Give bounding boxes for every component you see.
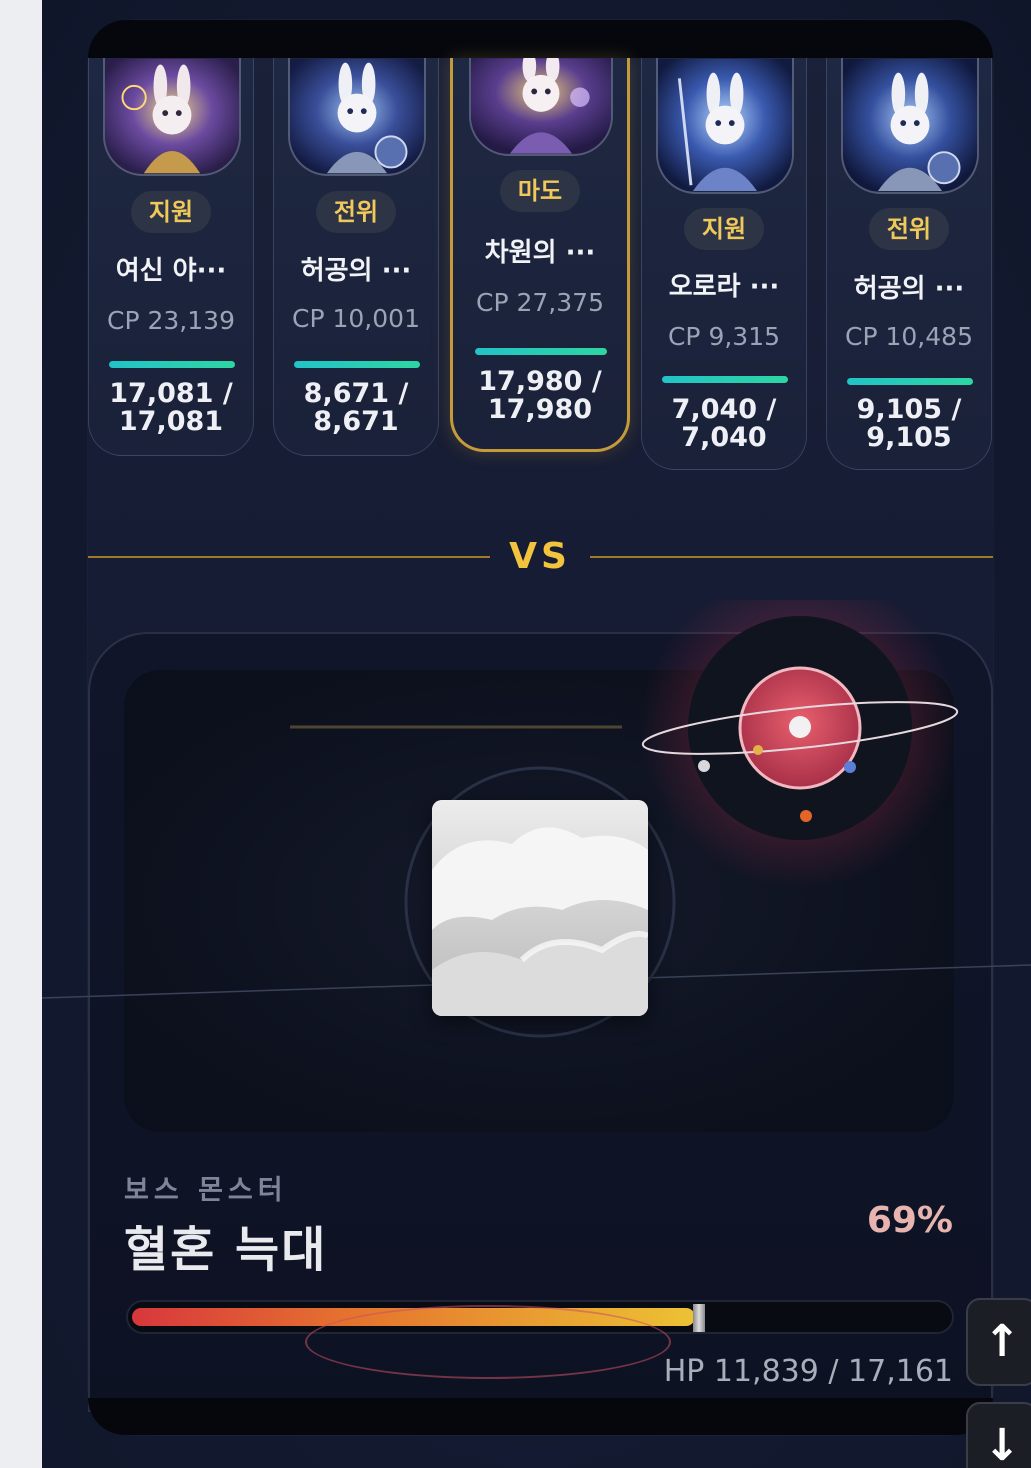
hero-hp-current: 17,980 / — [478, 366, 602, 397]
boss-hp-text: HP 11,839 / 17,161 — [663, 1354, 953, 1389]
vs-label: VS — [509, 536, 571, 577]
hero-hp-bar — [109, 361, 235, 368]
hero-hp-max: 7,040 — [681, 422, 767, 453]
hero-name: 여신 야··· — [115, 256, 227, 286]
hero-cp: CP 27,375 — [476, 288, 604, 317]
rabbit-hero-image — [105, 58, 239, 174]
hero-cp: CP 10,001 — [292, 304, 420, 333]
hero-hp-current: 17,081 / — [109, 378, 233, 409]
hero-cp: CP 9,315 — [667, 322, 781, 351]
boss-label: 보스 몬스터 — [124, 1175, 288, 1206]
hero-card-3[interactable]: 마도 차원의 ··· CP 27,375 17,980 / 17,980 — [450, 58, 630, 452]
arrow-down-icon: ↓ — [983, 1420, 1021, 1468]
hero-portrait — [288, 58, 426, 176]
boss-name: 혈혼 늑대 — [124, 1222, 328, 1278]
hero-hp-current: 9,105 / — [856, 394, 962, 425]
hero-role-badge: 전위 — [869, 208, 949, 250]
rabbit-hero-image — [471, 58, 611, 154]
hero-card-4[interactable]: 지원 오로라 ··· CP 9,315 7,040 / 7,040 — [641, 58, 807, 470]
boss-hp-percent: 69% — [866, 1200, 953, 1241]
boss-hp-bar-marker — [693, 1304, 705, 1332]
rabbit-hero-image — [658, 58, 792, 192]
hero-cp: CP 10,485 — [845, 322, 973, 351]
hero-hp-bar — [294, 361, 420, 368]
hero-hp-max: 8,671 — [313, 406, 399, 437]
hero-hp-bar — [847, 378, 973, 385]
hero-hp-current: 7,040 / — [671, 394, 777, 425]
hero-hp-max: 17,980 — [487, 394, 593, 425]
hero-hp-max: 9,105 — [866, 422, 952, 453]
hero-role-badge: 전위 — [316, 191, 396, 233]
hero-role-badge: 지원 — [131, 191, 211, 233]
left-gutter — [0, 0, 42, 1468]
hero-portrait — [841, 58, 979, 194]
panel-top-band — [88, 20, 993, 58]
hero-card-1[interactable]: 지원 여신 야··· CP 23,139 17,081 / 17,081 — [88, 58, 254, 456]
vs-divider-right — [590, 556, 993, 558]
hero-hp-bar — [662, 376, 788, 383]
rabbit-hero-image — [290, 58, 424, 174]
hero-role-badge: 지원 — [684, 208, 764, 250]
hero-hp-bar — [475, 348, 607, 355]
scroll-up-button[interactable]: ↑ — [966, 1298, 1031, 1386]
arrow-up-icon: ↑ — [983, 1316, 1021, 1367]
hero-hp-max: 17,081 — [118, 406, 224, 437]
cloud-placeholder-image — [432, 800, 648, 1016]
hero-card-5[interactable]: 전위 허공의 ··· CP 10,485 9,105 / 9,105 — [826, 58, 992, 470]
hero-portrait — [656, 58, 794, 194]
boss-aura-ring — [305, 1305, 671, 1379]
hero-role-badge: 마도 — [500, 170, 580, 212]
hero-name: 오로라 ··· — [668, 272, 780, 302]
hero-name: 허공의 ··· — [853, 274, 965, 304]
hero-name: 허공의 ··· — [300, 256, 412, 286]
hero-portrait — [469, 58, 613, 156]
rabbit-hero-image — [843, 58, 977, 192]
hero-name: 차원의 ··· — [484, 238, 596, 268]
boss-portrait — [432, 800, 648, 1016]
panel-bottom-band — [88, 1398, 993, 1435]
hero-portrait — [103, 58, 241, 176]
scroll-down-button[interactable]: ↓ — [966, 1402, 1031, 1468]
vs-divider-left — [88, 556, 490, 558]
hero-hp-current: 8,671 / — [303, 378, 409, 409]
hero-card-2[interactable]: 전위 허공의 ··· CP 10,001 8,671 / 8,671 — [273, 58, 439, 456]
hero-cp: CP 23,139 — [107, 306, 235, 335]
